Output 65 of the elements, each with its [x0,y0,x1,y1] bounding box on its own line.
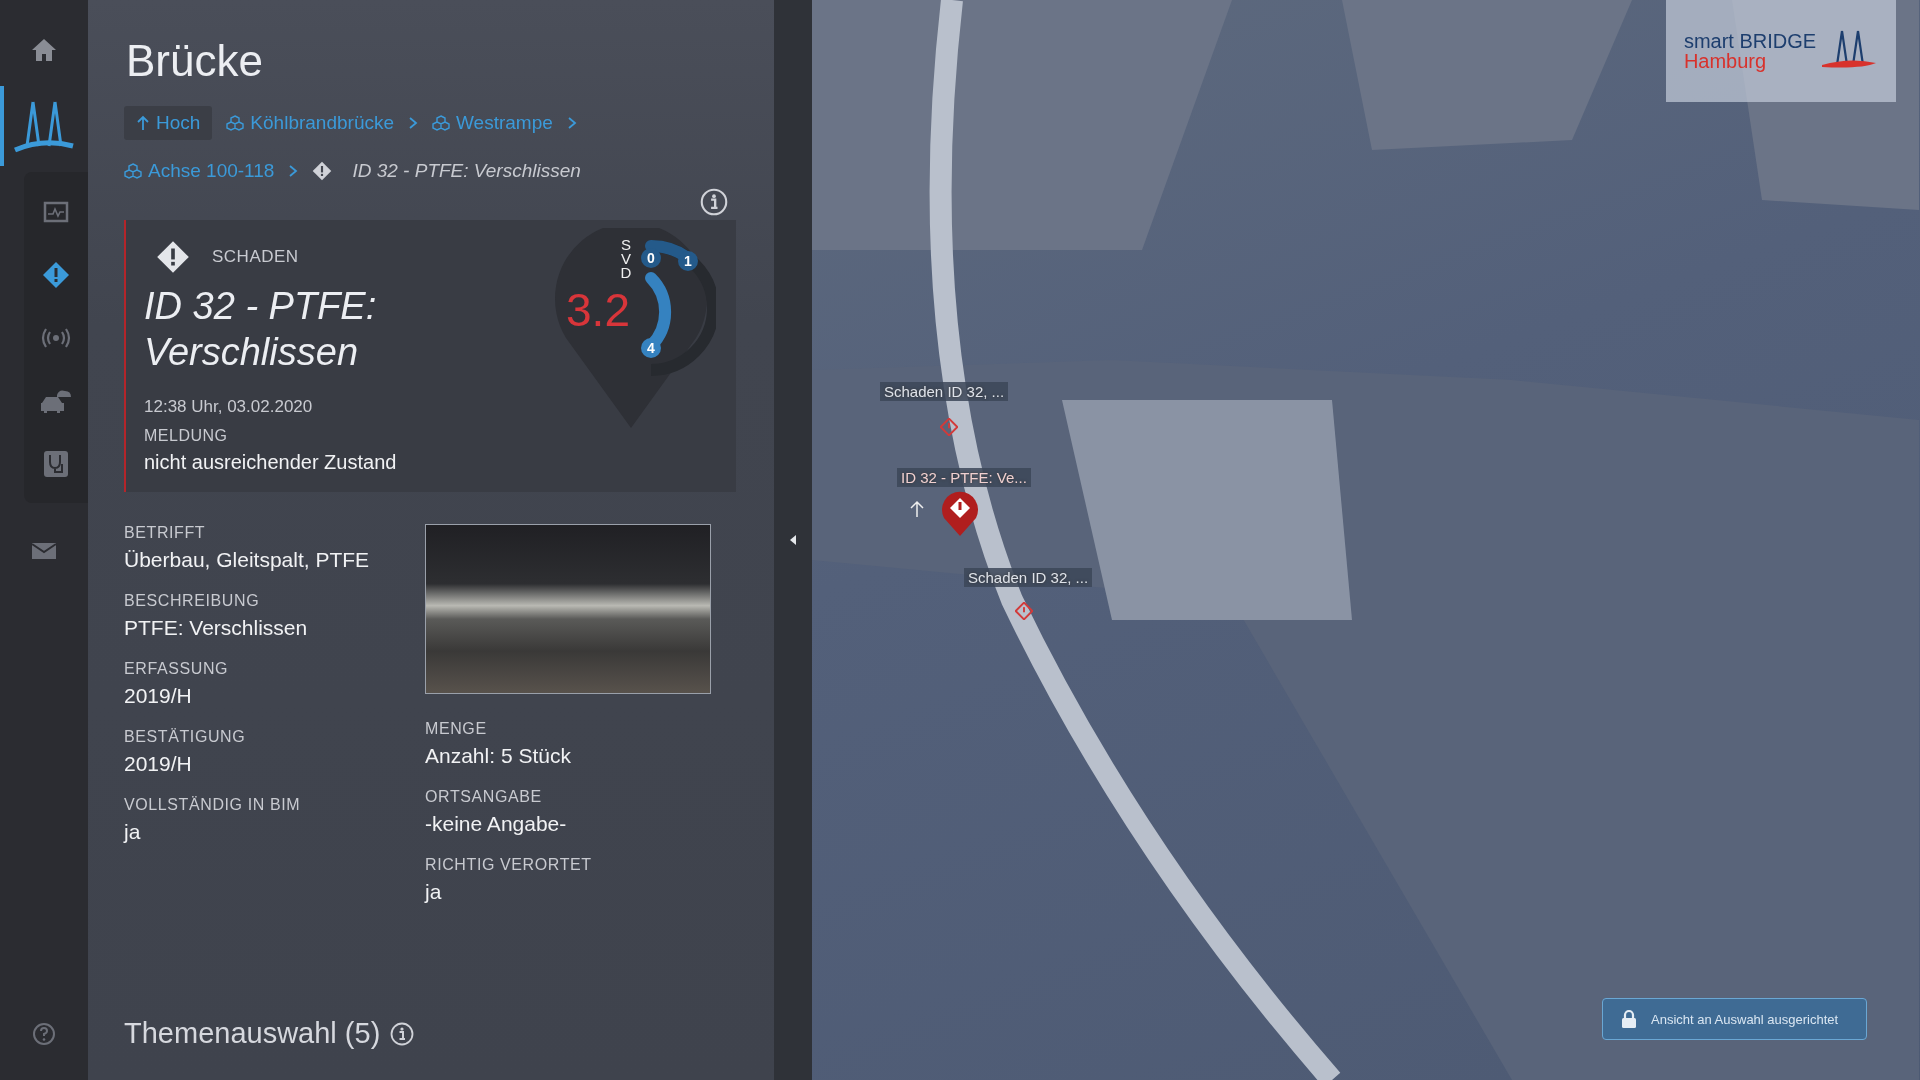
warning-diamond-icon [312,161,333,181]
map-label: Schaden ID 32, ... [964,568,1093,587]
breadcrumb-link[interactable]: Achse 100-118 [124,156,275,186]
field-value: Überbau, Gleitspalt, PTFE [124,548,371,573]
gauge-value: 3.2 [566,284,630,336]
field-label: MENGE [425,720,488,739]
mail-icon [31,542,57,560]
home-icon [30,37,58,63]
field-value: nicht ausreichender Zustand [144,451,398,475]
gauge-tick: 0 [647,250,655,266]
chevron-right-icon [408,116,418,130]
chevron-right-icon [288,164,299,178]
up-button[interactable]: Hoch [124,106,213,140]
logo-text: smart BRIDGE [1683,31,1817,51]
field-value: ja [425,880,443,905]
lock-icon [1621,1009,1637,1029]
arrow-up-icon [910,500,924,518]
field-label: RICHTIG VERORTET [425,856,593,875]
gauge-letter: S [621,236,631,253]
cubes-icon [432,115,450,131]
stethoscope-icon [43,449,69,478]
card-title: ID 32 - PTFE: Verschlissen [144,284,378,375]
arrow-up-icon [136,115,150,131]
field-label: ORTSANGABE [425,788,543,807]
info-icon[interactable] [390,1021,415,1046]
warning-marker-icon[interactable] [940,418,958,436]
breadcrumb-link[interactable]: Köhlbrandbrücke [226,108,394,138]
map-label: ID 32 - PTFE: Ve... [897,468,1031,487]
warning-diamond-icon [42,260,70,289]
field-label: BESTÄTIGUNG [124,728,247,747]
field-value: ja [124,820,142,845]
logo-text: Hamburg [1683,51,1768,71]
gauge-letter: D [620,264,632,281]
section-title: Themenauswahl (5) [124,1017,381,1050]
field-value: -keine Angabe- [425,812,568,837]
cubes-icon [226,115,245,131]
field-label: BESCHREIBUNG [124,592,261,611]
photo-placeholder[interactable] [425,524,711,695]
signal-icon [41,327,71,348]
page-title: Brücke [126,36,264,86]
field-value: PTFE: Verschlissen [124,616,309,641]
info-icon[interactable] [700,188,728,216]
field-value: 2019/H [124,752,193,777]
gauge-tick: 4 [647,340,655,356]
field-value: Anzahl: 5 Stück [425,744,572,769]
warning-marker-icon[interactable] [1015,602,1033,620]
timestamp: 12:38 Uhr, 03.02.2020 [144,397,314,418]
chevron-right-icon [566,116,577,130]
gauge-tick: 1 [684,253,692,269]
help-icon [32,1022,56,1046]
field-label: ERFASSUNG [124,660,230,679]
chart-icon [43,200,69,223]
field-label: VOLLSTÄNDIG IN BIM [124,796,302,815]
gauge-letter: V [621,250,631,267]
map-label: Schaden ID 32, ... [880,382,1009,401]
view-lock-button[interactable]: Ansicht an Auswahl ausgerichtet [1602,998,1867,1040]
breadcrumb-link[interactable]: Westrampe [432,108,553,138]
field-label: MELDUNG [144,427,229,446]
field-value: 2019/H [124,684,193,709]
field-label: BETRIFFT [124,524,207,543]
card-category: SCHADEN [212,247,299,267]
cubes-icon [124,163,142,179]
map-view[interactable]: Schaden ID 32, ... ID 32 - PTFE: Ve... Schaden ID 32, ... smart BRIDGE Hamburg Ansicht an Auswahl ausgerichtet [812,0,1920,1080]
breadcrumb-current: ID 32 - PTFE: Verschlissen [312,156,581,186]
warning-diamond-icon [156,240,190,274]
